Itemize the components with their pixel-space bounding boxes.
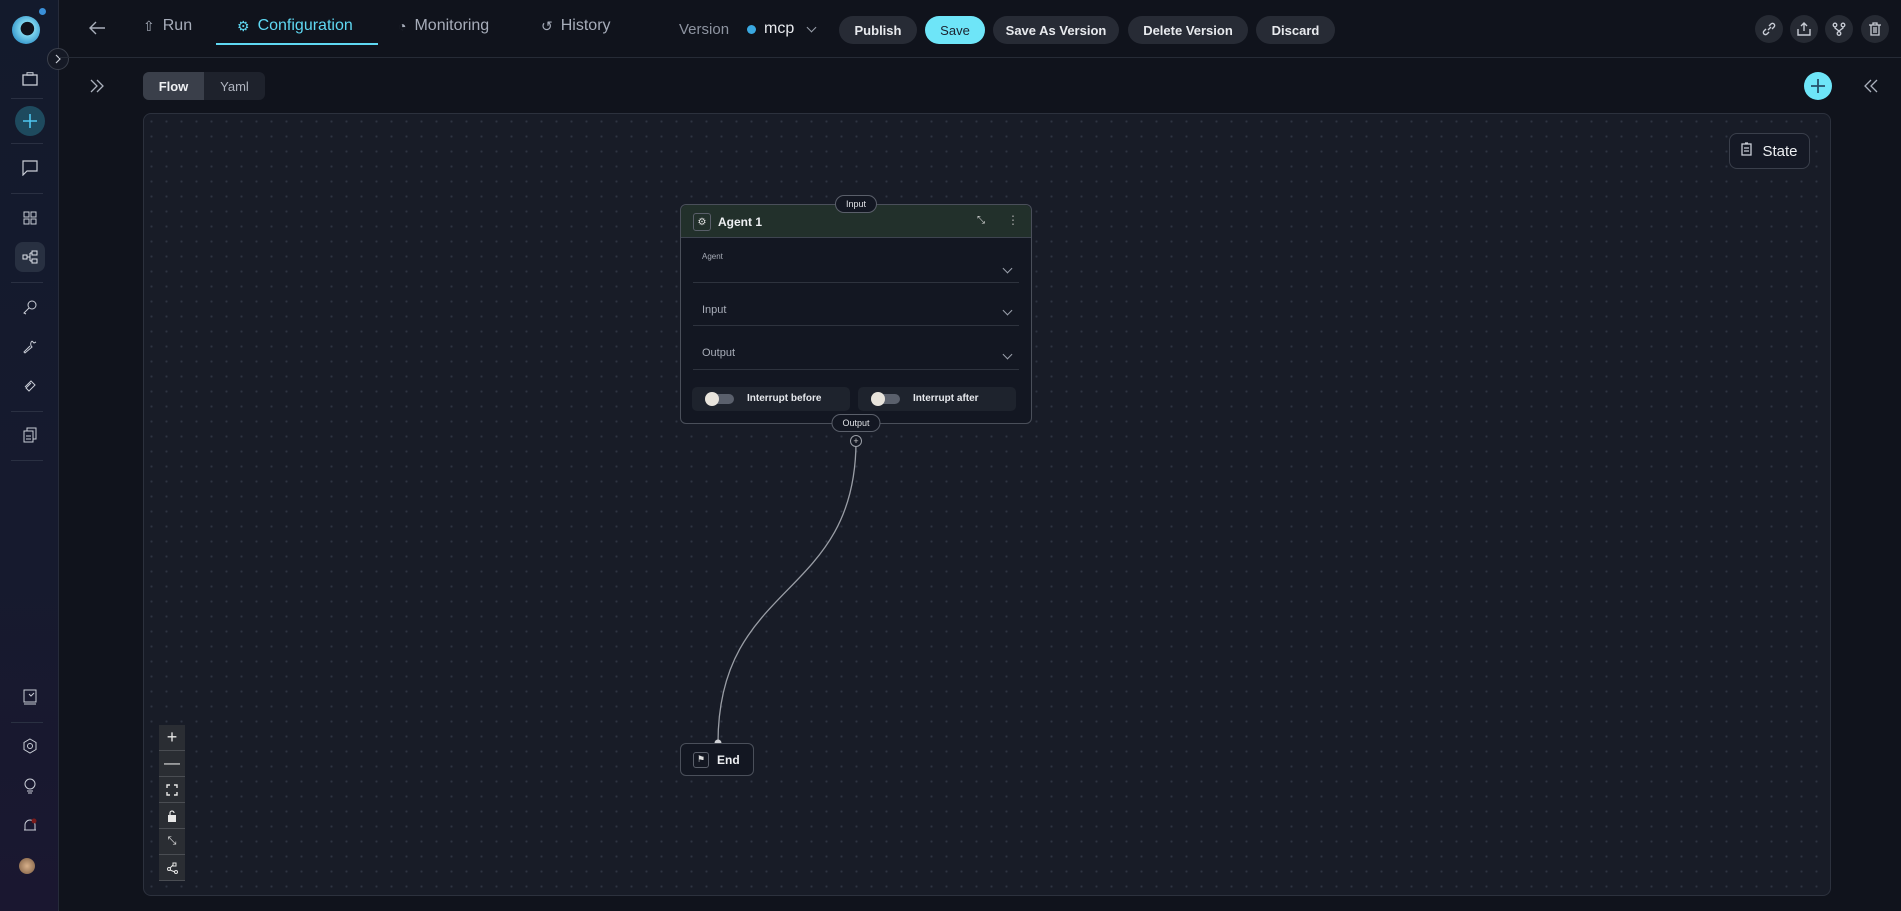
output-port[interactable]: Output <box>831 414 880 432</box>
zoom-out-button[interactable]: — <box>159 751 185 777</box>
input-select[interactable]: Input <box>693 289 1019 326</box>
more-options-icon[interactable]: ⋮ <box>1007 213 1019 227</box>
zoom-in-button[interactable]: + <box>159 725 185 751</box>
collapse-node-icon[interactable]: ⤡ <box>977 215 985 226</box>
flag-icon: ⚑ <box>693 752 709 768</box>
chevron-down-icon <box>1003 264 1013 274</box>
agent-select[interactable]: Agent <box>693 247 1019 283</box>
edge-agent-to-end <box>0 0 1901 911</box>
input-port[interactable]: Input <box>835 195 877 213</box>
chevron-down-icon <box>1003 306 1013 316</box>
end-node[interactable]: ⚑ End <box>680 743 754 776</box>
collapse-all-icon[interactable]: ⤡ <box>159 829 185 855</box>
fit-view-button[interactable] <box>159 777 185 803</box>
interrupt-before-toggle[interactable]: Interrupt before <box>692 387 850 411</box>
add-edge-handle[interactable]: + <box>850 435 862 447</box>
output-select[interactable]: Output <box>693 333 1019 370</box>
auto-layout-icon[interactable] <box>159 855 185 881</box>
interrupt-after-toggle[interactable]: Interrupt after <box>858 387 1016 411</box>
agent-icon: ⚙ <box>693 213 711 231</box>
chevron-down-icon <box>1003 350 1013 360</box>
node-title: Agent 1 <box>718 215 762 229</box>
lock-icon[interactable] <box>159 803 185 829</box>
